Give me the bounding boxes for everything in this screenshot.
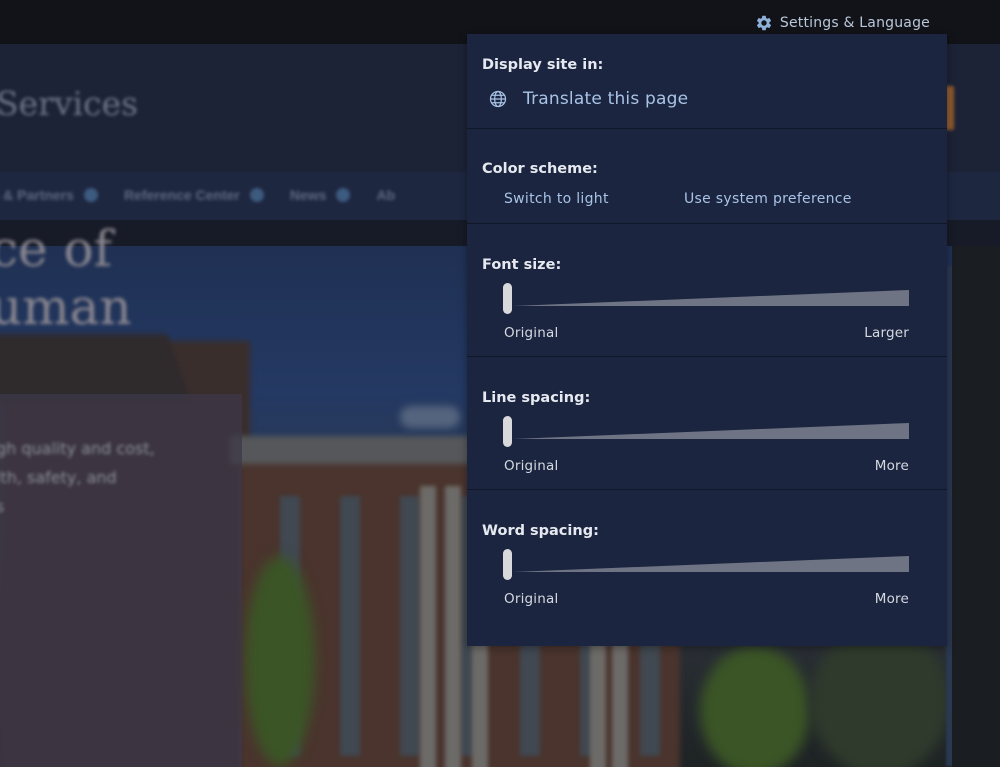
section-divider: [467, 223, 947, 224]
use-system-preference-button[interactable]: Use system preference: [684, 191, 852, 207]
word-spacing-min-label: Original: [504, 591, 559, 607]
color-scheme-heading: Color scheme:: [482, 161, 598, 177]
word-spacing-slider[interactable]: [503, 548, 909, 580]
slider-thumb: [503, 416, 512, 447]
slider-thumb: [503, 549, 512, 580]
nav-item-about[interactable]: Ab: [376, 187, 395, 203]
nav-item-reference-center[interactable]: Reference Center: [124, 187, 264, 203]
display-site-heading: Display site in:: [482, 57, 604, 73]
font-size-min-label: Original: [504, 325, 559, 341]
translate-page-link[interactable]: Translate this page: [488, 89, 688, 109]
section-divider: [467, 489, 947, 490]
chevron-down-icon: [336, 188, 351, 202]
line-spacing-min-label: Original: [504, 458, 559, 474]
slider-thumb: [503, 283, 512, 314]
font-size-slider[interactable]: [503, 282, 909, 314]
word-spacing-heading: Word spacing:: [482, 523, 599, 539]
section-divider: [467, 128, 947, 129]
nav-item-news[interactable]: News: [290, 187, 351, 203]
line-spacing-max-label: More: [874, 458, 909, 474]
globe-icon: [488, 89, 508, 109]
settings-language-label: Settings & Language: [779, 15, 930, 31]
font-size-heading: Font size:: [482, 257, 562, 273]
hero-description: gh quality and cost, lth, safety, and s: [0, 439, 155, 516]
font-size-max-label: Larger: [864, 325, 909, 341]
site-title: Services: [0, 84, 139, 123]
line-spacing-slider[interactable]: [503, 415, 909, 447]
chevron-down-icon: [83, 188, 98, 202]
line-spacing-heading: Line spacing:: [482, 390, 591, 406]
nav-item-partners[interactable]: rs & Partners: [0, 187, 98, 203]
section-divider: [467, 356, 947, 357]
translate-label: Translate this page: [523, 89, 689, 109]
gear-icon: [755, 14, 773, 32]
word-spacing-max-label: More: [874, 591, 909, 607]
settings-language-button[interactable]: Settings & Language: [755, 12, 930, 34]
switch-to-light-button[interactable]: Switch to light: [504, 191, 609, 207]
chevron-down-icon: [249, 188, 264, 202]
hero-heading: ce of uman: [0, 220, 132, 336]
settings-panel: Display site in: Translate this page Col…: [467, 34, 947, 646]
